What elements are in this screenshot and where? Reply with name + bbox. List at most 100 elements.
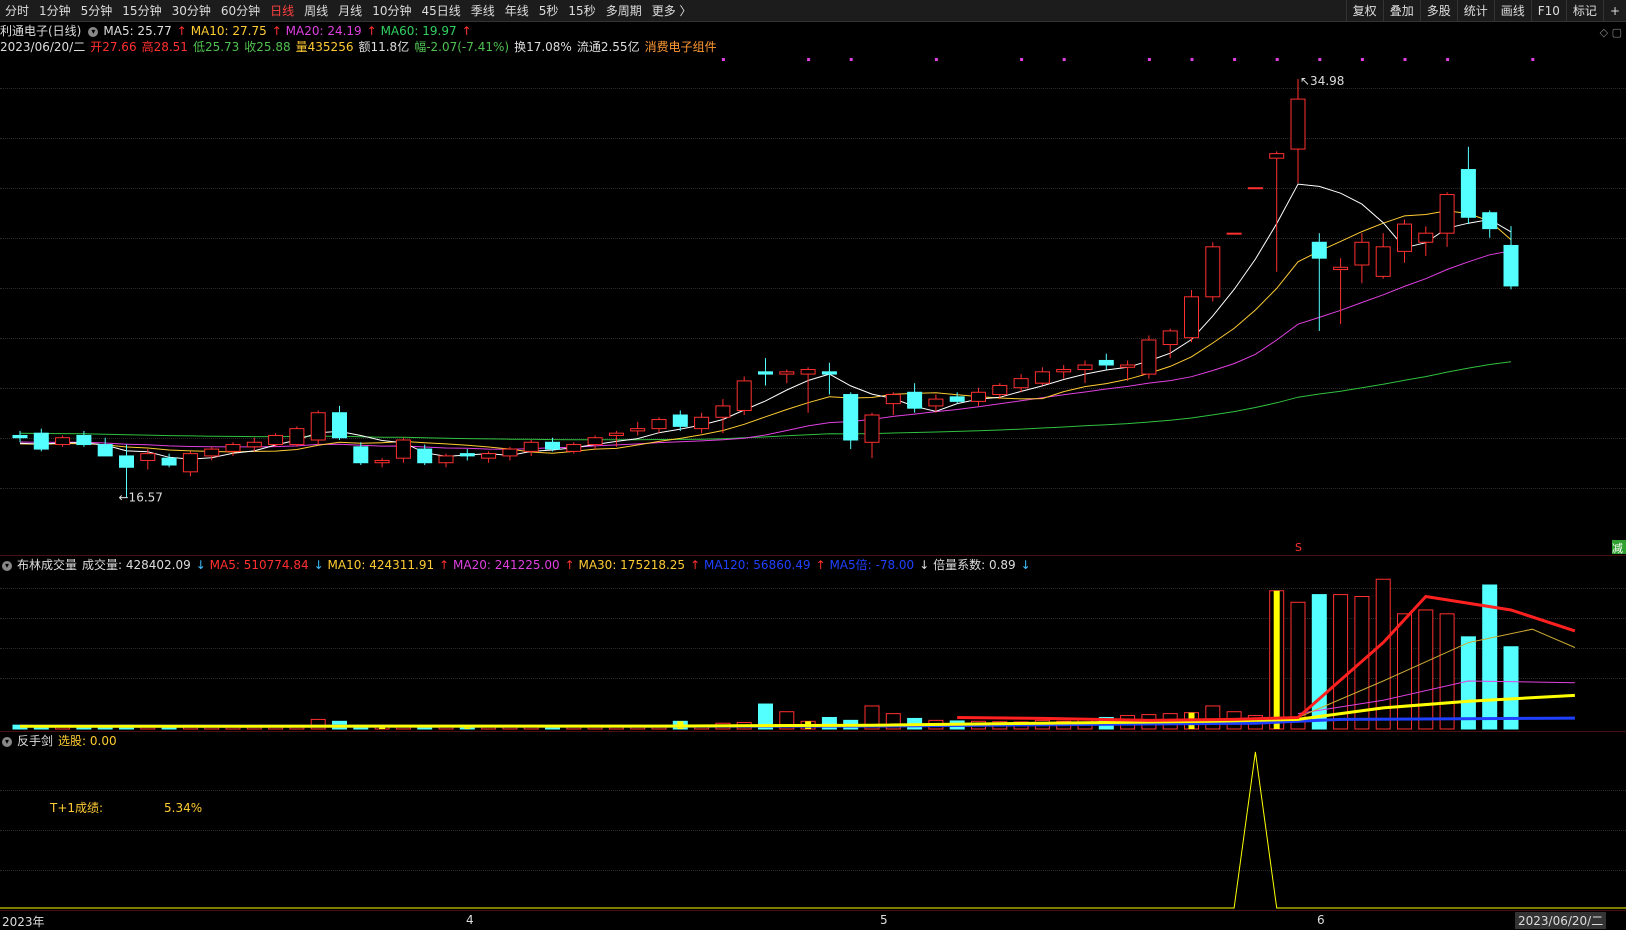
collapse-icon[interactable]: ▾ — [2, 560, 12, 571]
signal-dot — [721, 58, 725, 61]
period-tab[interactable]: 分时 — [0, 0, 34, 22]
candle-body — [332, 412, 347, 439]
collapse-icon[interactable]: ▾ — [88, 26, 99, 37]
signal-dot — [1147, 58, 1151, 61]
period-tab[interactable]: 多周期 — [601, 0, 647, 22]
period-tab[interactable]: 年线 — [500, 0, 534, 22]
period-tab[interactable]: 更多 〉 — [647, 0, 697, 22]
candle-body — [395, 439, 411, 459]
candle-body — [1205, 246, 1221, 298]
ma10-value: MA10: 27.75 — [190, 24, 267, 38]
toolbar-right-actions: 复权 叠加 多股 统计 画线 F10 标记 + — [1345, 0, 1626, 22]
volume-bar — [1460, 636, 1476, 730]
period-tab[interactable]: 季线 — [466, 0, 500, 22]
toolbar-action-button[interactable]: 标记 — [1565, 0, 1603, 22]
up-arrow-icon: ↑ — [271, 24, 282, 38]
xuangu-signal-line — [0, 751, 1626, 909]
signal-dot — [1360, 58, 1364, 61]
vol-indicator-title[interactable]: 布林成交量 — [17, 558, 77, 572]
candle-body — [885, 394, 901, 405]
vol-value: 成交量: 428402.09 — [82, 558, 191, 572]
up-arrow-icon: ↑ — [439, 558, 450, 572]
period-tab[interactable]: 月线 — [333, 0, 367, 22]
toolbar-action-button[interactable]: 叠加 — [1382, 0, 1420, 22]
candle-body — [1397, 223, 1412, 252]
period-tab[interactable]: 45日线 — [416, 0, 465, 22]
candle-body — [1162, 330, 1178, 346]
volume-bar — [1205, 705, 1221, 730]
candle-body — [289, 428, 305, 446]
signal-dot — [1403, 58, 1407, 61]
candle-body — [1098, 359, 1114, 366]
period-tab[interactable]: 30分钟 — [167, 0, 216, 22]
candle-body — [459, 453, 475, 457]
volume-bar — [1290, 601, 1306, 730]
double-volume-marker — [1273, 590, 1280, 729]
candle-body — [1247, 187, 1263, 190]
candle-body — [1460, 169, 1476, 218]
collapse-icon[interactable]: ▾ — [2, 736, 12, 747]
down-arrow-icon: ↓ — [195, 558, 206, 572]
period-tab[interactable]: 5分钟 — [76, 0, 118, 22]
period-tab[interactable]: 10分钟 — [367, 0, 416, 22]
signal-dot — [1318, 58, 1322, 61]
toolbar-action-button[interactable]: 画线 — [1493, 0, 1531, 22]
x-axis-label: 6 — [1317, 913, 1325, 927]
candle-body — [225, 444, 241, 452]
candle-body — [694, 416, 710, 430]
signal-dot — [1446, 58, 1450, 61]
ma60-value: MA60: 19.97 — [380, 24, 457, 38]
candle-body — [1184, 296, 1199, 339]
candle-body — [1141, 339, 1157, 375]
ma5-line — [19, 183, 1512, 460]
candle-body — [928, 398, 944, 407]
down-arrow-icon: ↓ — [919, 558, 930, 572]
vol-ma5d-value: MA5倍: -78.00 — [829, 558, 915, 572]
volume-bar — [1333, 594, 1349, 730]
candle-body — [55, 437, 71, 446]
toolbar-action-button[interactable]: 统计 — [1456, 0, 1494, 22]
candle-body — [608, 432, 624, 436]
candle-body — [1034, 371, 1050, 384]
indicator-info-line: ▾ 反手剑 选股: 0.00 — [0, 733, 122, 749]
signal-dot — [1020, 58, 1024, 61]
period-tab[interactable]: 周线 — [299, 0, 333, 22]
volume-chart[interactable] — [0, 575, 1626, 730]
period-tab[interactable]: 日线 — [265, 0, 299, 22]
volume-bar — [1503, 646, 1519, 730]
signal-dot — [849, 58, 853, 61]
candle-body — [651, 419, 667, 430]
panel-window-icons[interactable]: ◇ ▢ — [1600, 26, 1622, 39]
panel-separator — [0, 555, 1626, 556]
period-tab[interactable]: 60分钟 — [216, 0, 265, 22]
toolbar-action-button[interactable]: 复权 — [1345, 0, 1383, 22]
vol-ma5-value: MA5: 510774.84 — [209, 558, 309, 572]
candle-body — [736, 380, 752, 411]
candle-body — [1503, 244, 1519, 287]
period-tab[interactable]: 15分钟 — [117, 0, 166, 22]
min-price-label: ←16.57 — [119, 491, 163, 505]
ma5-value: MA5: 25.77 — [103, 24, 172, 38]
turnover-value: 换17.08% — [514, 40, 572, 54]
sector-link[interactable]: 消费电子组件 — [645, 40, 717, 54]
toolbar-action-button[interactable]: 多股 — [1419, 0, 1457, 22]
xuangu-value: 选股: 0.00 — [58, 734, 117, 748]
candle-body — [907, 391, 923, 409]
indicator-chart[interactable] — [0, 750, 1626, 910]
period-tab[interactable]: 15秒 — [563, 0, 600, 22]
up-arrow-icon: ↑ — [366, 24, 377, 38]
signal-dot — [1275, 58, 1279, 61]
ind-indicator-title[interactable]: 反手剑 — [17, 734, 53, 748]
toolbar-action-button[interactable]: + — [1602, 0, 1626, 22]
period-tab[interactable]: 5秒 — [534, 0, 564, 22]
candle-body — [523, 441, 539, 452]
candle-body — [182, 453, 198, 473]
candle-body — [1418, 232, 1434, 243]
vol-ma30-value: MA30: 175218.25 — [578, 558, 686, 572]
candlestick-chart[interactable]: ↖34.98 ←16.57 S 减 — [0, 55, 1626, 555]
max-price-label: ↖34.98 — [1300, 74, 1344, 88]
toolbar-action-button[interactable]: F10 — [1530, 0, 1566, 22]
candle-body — [268, 434, 284, 446]
beiliang-value: 倍量系数: 0.89 — [933, 558, 1016, 572]
period-tab[interactable]: 1分钟 — [34, 0, 76, 22]
